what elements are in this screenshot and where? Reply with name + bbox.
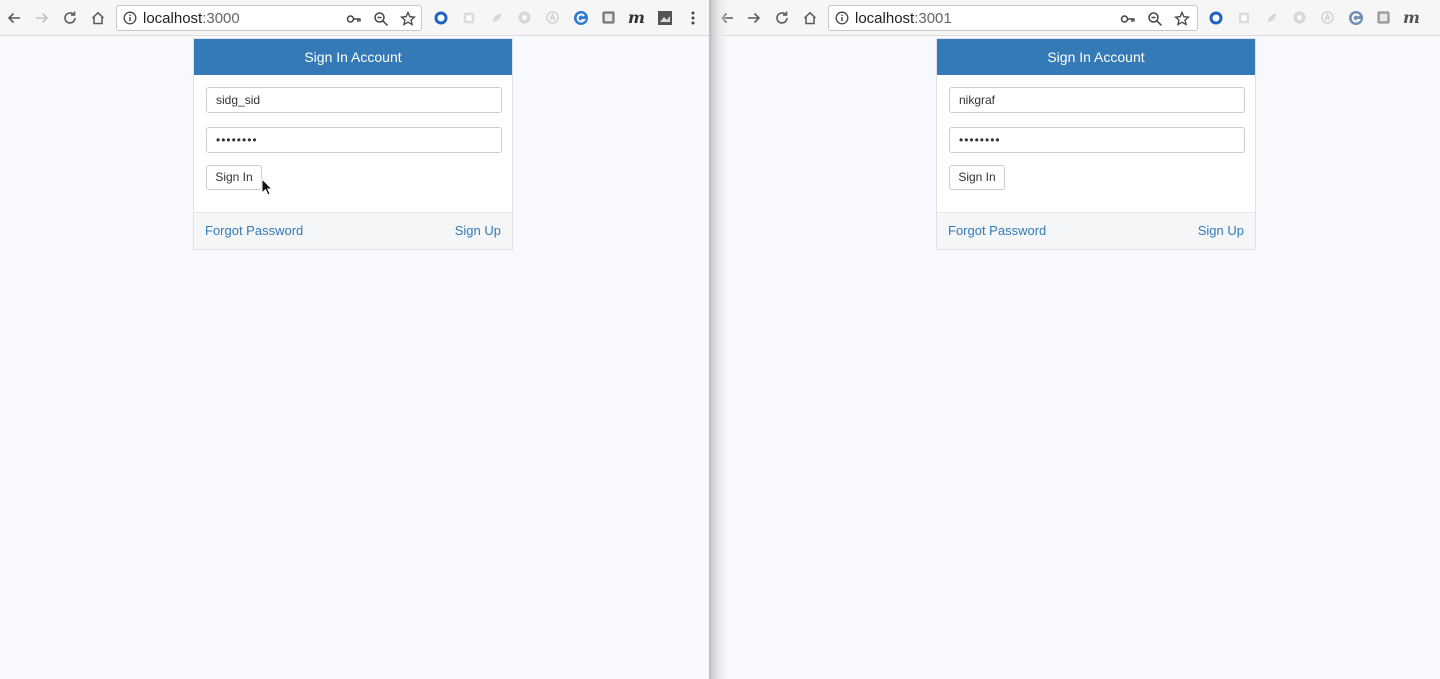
zoom-icon[interactable] <box>1147 11 1163 27</box>
extension-icon[interactable] <box>1375 9 1392 26</box>
browser-toolbar: localhost:3000 m <box>0 0 711 36</box>
extension-icon[interactable] <box>544 9 561 26</box>
url-host: localhost <box>143 10 203 27</box>
info-icon[interactable] <box>123 11 137 25</box>
password-input[interactable]: •••••••• <box>949 127 1245 153</box>
forward-arrow-icon[interactable] <box>743 7 765 29</box>
sign-up-link[interactable]: Sign Up <box>455 223 501 238</box>
browser-toolbar: localhost:3001 m <box>714 0 1440 36</box>
address-bar[interactable]: localhost:3001 <box>828 5 1198 31</box>
sign-in-button[interactable]: Sign In <box>949 165 1005 190</box>
bookmark-star-icon[interactable] <box>1174 11 1190 27</box>
card-footer: Forgot Password Sign Up <box>194 212 512 249</box>
right-browser-window: localhost:3001 m Sign In Account nikgraf… <box>714 0 1440 679</box>
extension-icon[interactable] <box>432 9 449 26</box>
window-divider <box>709 0 727 679</box>
forward-arrow-icon[interactable] <box>31 7 53 29</box>
extension-icon[interactable] <box>1207 9 1224 26</box>
home-icon[interactable] <box>87 7 109 29</box>
mouse-cursor-icon <box>261 178 273 196</box>
reload-icon[interactable] <box>771 7 793 29</box>
forgot-password-link[interactable]: Forgot Password <box>948 223 1046 238</box>
more-menu-icon[interactable] <box>684 9 701 26</box>
extension-icon[interactable] <box>516 9 533 26</box>
extension-icon[interactable] <box>572 9 589 26</box>
extension-icon[interactable]: m <box>628 8 645 27</box>
sign-in-button[interactable]: Sign In <box>206 165 262 190</box>
bookmark-star-icon[interactable] <box>400 11 416 27</box>
home-icon[interactable] <box>799 7 821 29</box>
sign-up-link[interactable]: Sign Up <box>1198 223 1244 238</box>
username-input[interactable]: nikgraf <box>949 87 1245 113</box>
reload-icon[interactable] <box>59 7 81 29</box>
extension-icon[interactable] <box>656 9 673 26</box>
left-browser-window: localhost:3000 m Sign In Account sidg_si… <box>0 0 711 679</box>
url-text: localhost:3001 <box>855 10 952 27</box>
card-header: Sign In Account <box>937 39 1255 75</box>
zoom-icon[interactable] <box>373 11 389 27</box>
extension-icon[interactable] <box>488 9 505 26</box>
key-icon[interactable] <box>1120 11 1136 27</box>
extension-icon[interactable] <box>600 9 617 26</box>
url-host: localhost <box>855 10 915 27</box>
card-footer: Forgot Password Sign Up <box>937 212 1255 249</box>
url-port: :3000 <box>202 10 240 27</box>
back-arrow-icon[interactable] <box>3 7 25 29</box>
url-port: :3001 <box>914 10 952 27</box>
forgot-password-link[interactable]: Forgot Password <box>205 223 303 238</box>
extension-icon[interactable] <box>1263 9 1280 26</box>
extension-icon[interactable] <box>1235 9 1252 26</box>
info-icon[interactable] <box>835 11 849 25</box>
username-input[interactable]: sidg_sid <box>206 87 502 113</box>
extension-icon[interactable] <box>1291 9 1308 26</box>
extension-icon[interactable] <box>1347 9 1364 26</box>
sign-in-card: Sign In Account nikgraf •••••••• Sign In… <box>936 38 1256 250</box>
key-icon[interactable] <box>346 11 362 27</box>
address-bar[interactable]: localhost:3000 <box>116 5 422 31</box>
sign-in-card: Sign In Account sidg_sid •••••••• Sign I… <box>193 38 513 250</box>
url-text: localhost:3000 <box>143 10 240 27</box>
extension-icon[interactable]: m <box>1403 8 1420 27</box>
card-header: Sign In Account <box>194 39 512 75</box>
extension-icon[interactable] <box>1319 9 1336 26</box>
extension-icon[interactable] <box>460 9 477 26</box>
password-input[interactable]: •••••••• <box>206 127 502 153</box>
